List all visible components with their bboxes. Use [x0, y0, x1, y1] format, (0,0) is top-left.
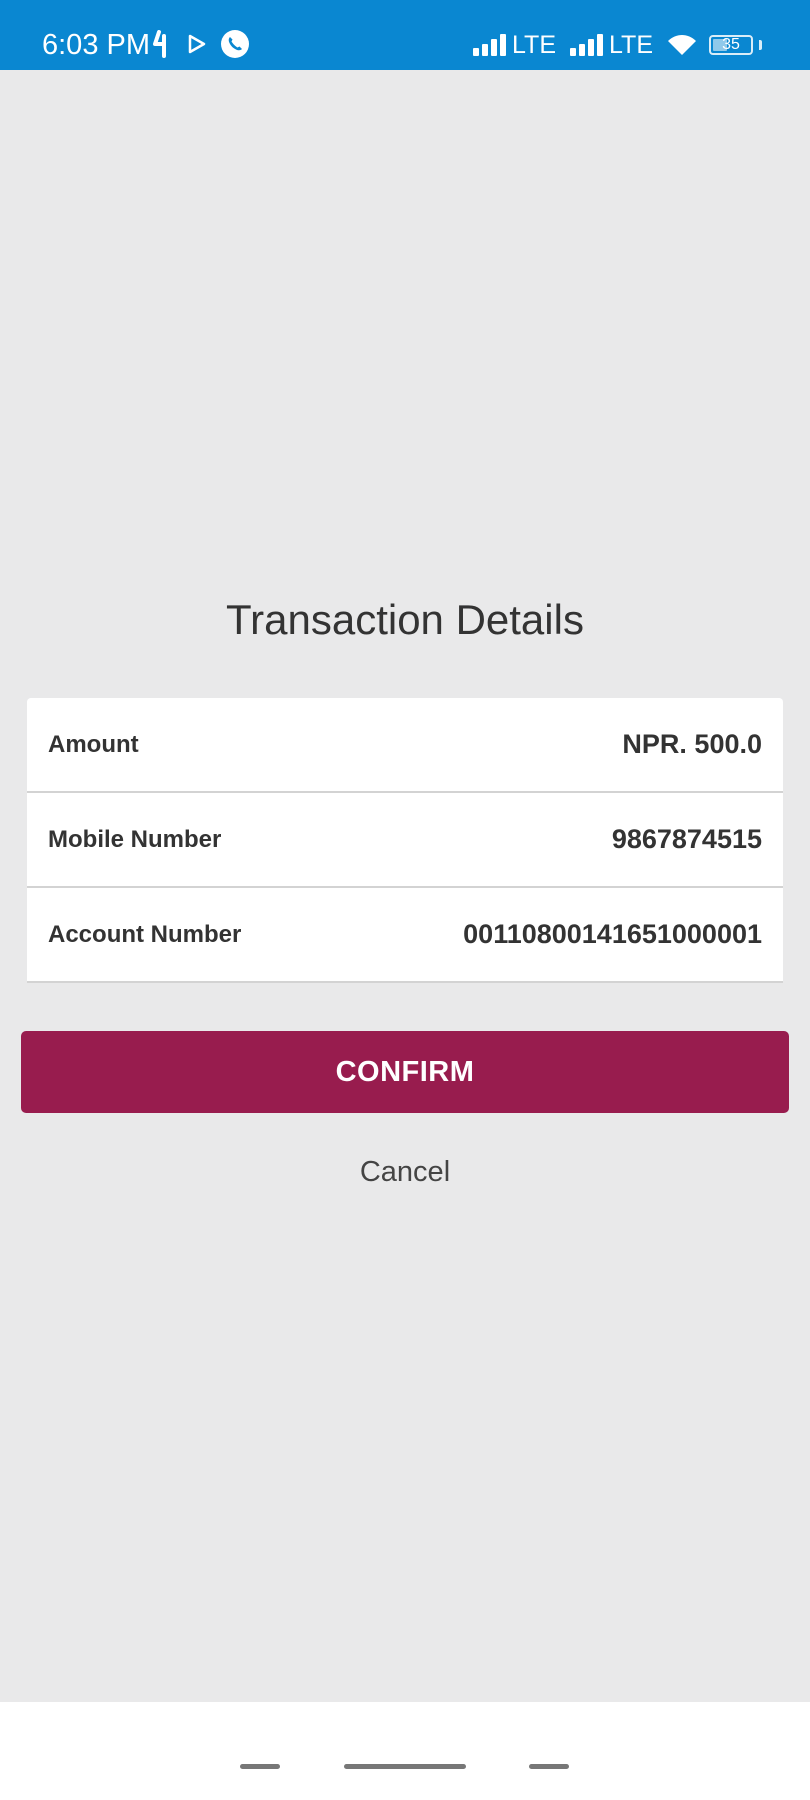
detail-row-amount: Amount NPR. 500.0 — [27, 698, 783, 793]
signal-icon — [570, 34, 603, 56]
network-type-label: LTE — [609, 30, 653, 59]
detail-label: Mobile Number — [48, 825, 222, 853]
status-system-icons: LTE LTE 35 — [473, 28, 762, 62]
navigation-bar — [0, 1702, 810, 1800]
recent-apps-icon[interactable] — [240, 1764, 280, 1769]
detail-label: Account Number — [48, 920, 242, 948]
confirm-button[interactable]: CONFIRM — [21, 1031, 789, 1113]
signal-icon — [473, 34, 506, 56]
status-bar: 6:03 PM LTE LTE 35 — [0, 0, 810, 70]
transaction-details-card: Amount NPR. 500.0 Mobile Number 98678745… — [27, 698, 783, 983]
battery-icon: 35 — [709, 35, 753, 55]
dialog-title: Transaction Details — [226, 596, 584, 643]
network-type-label: LTE — [512, 30, 556, 59]
status-notification-icons — [152, 26, 250, 62]
home-icon[interactable] — [344, 1764, 466, 1769]
play-store-icon — [188, 34, 206, 54]
detail-value: 00110800141651000001 — [463, 919, 762, 949]
status-time: 6:03 PM — [42, 29, 150, 61]
carrier-glyph-icon — [153, 30, 166, 58]
detail-value: NPR. 500.0 — [622, 729, 762, 759]
phone-call-icon — [221, 30, 249, 58]
detail-label: Amount — [48, 730, 139, 758]
cancel-button[interactable]: Cancel — [0, 1152, 810, 1192]
wifi-icon — [668, 35, 696, 55]
battery-level: 35 — [722, 36, 740, 53]
detail-value: 9867874515 — [611, 824, 762, 854]
back-icon[interactable] — [529, 1764, 569, 1769]
detail-row-account-number: Account Number 00110800141651000001 — [27, 888, 783, 983]
detail-row-mobile-number: Mobile Number 9867874515 — [27, 793, 783, 888]
screen: 6:03 PM LTE LTE 35 Transaction Details A… — [0, 0, 810, 1800]
